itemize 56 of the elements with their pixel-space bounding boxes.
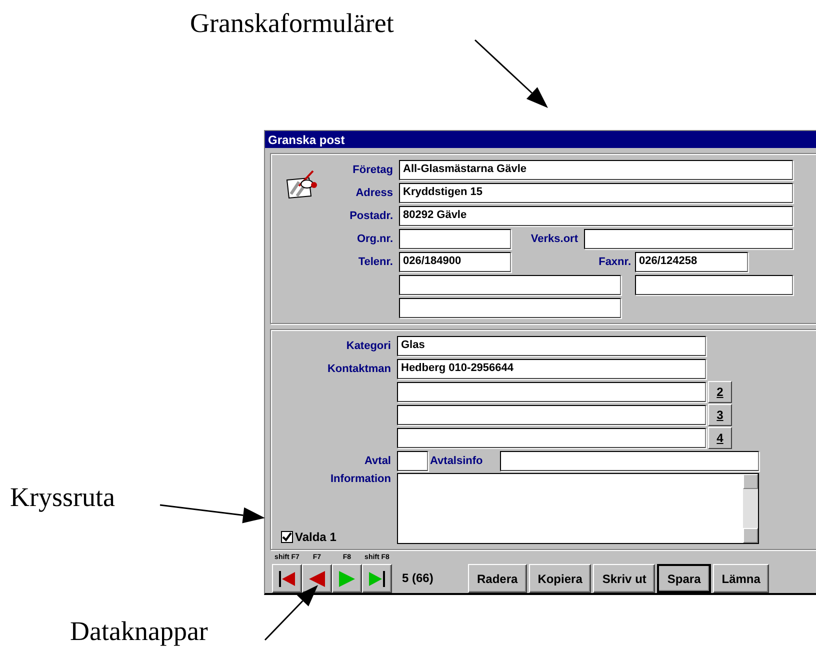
- text-field[interactable]: 80292 Gävle: [399, 206, 793, 226]
- text-field[interactable]: Glas: [397, 336, 706, 356]
- field-label: Verks.ort: [530, 232, 578, 244]
- text-field[interactable]: All-Glasmästarna Gävle: [399, 160, 793, 180]
- text-field[interactable]: [397, 382, 706, 402]
- text-field[interactable]: [584, 228, 793, 248]
- contact-number-button[interactable]: 4: [708, 426, 732, 448]
- text-field[interactable]: [397, 404, 706, 424]
- field-label: Kontaktman: [326, 362, 391, 374]
- field-label: Postadr.: [348, 210, 393, 222]
- field-label: Org.nr.: [356, 232, 393, 244]
- action-button[interactable]: Lämna: [712, 564, 770, 593]
- text-field[interactable]: [500, 450, 759, 470]
- action-button[interactable]: Radera: [468, 564, 527, 593]
- navigation-button[interactable]: [272, 564, 302, 593]
- navigation-button[interactable]: [362, 564, 392, 593]
- action-button[interactable]: Skriv ut: [593, 564, 656, 593]
- text-field[interactable]: [397, 428, 706, 448]
- field-label: Adress: [354, 186, 393, 198]
- text-field[interactable]: [635, 274, 793, 294]
- field-label: Kategori: [345, 340, 391, 352]
- text-field[interactable]: Kryddstigen 15: [399, 182, 793, 202]
- field-label: Avtalsinfo: [430, 454, 484, 466]
- action-button[interactable]: Kopiera: [528, 564, 592, 593]
- next-record-icon: [337, 568, 357, 588]
- contact-number-button[interactable]: 3: [708, 404, 732, 426]
- last-record-icon: [367, 568, 387, 588]
- field-label: Information: [330, 473, 391, 485]
- field-label: Faxnr.: [598, 256, 631, 268]
- navigation-button[interactable]: [302, 564, 332, 593]
- callout-label: Kryssruta: [10, 482, 115, 513]
- action-button[interactable]: Spara: [657, 564, 711, 593]
- text-field[interactable]: 026/124258: [635, 252, 748, 272]
- text-field[interactable]: [399, 298, 621, 318]
- previous-record-icon: [307, 568, 327, 588]
- text-field[interactable]: [399, 228, 511, 248]
- checkbox[interactable]: [281, 531, 293, 543]
- text-field[interactable]: [397, 450, 428, 470]
- arrow: [264, 585, 318, 641]
- first-record-icon: [277, 568, 297, 588]
- field-label: Avtal: [364, 454, 391, 466]
- callout-label: Dataknappar: [70, 616, 208, 647]
- scrollbar[interactable]: [743, 474, 758, 543]
- navigation-button[interactable]: [332, 564, 362, 593]
- callout-label: Granskaformuläret: [190, 8, 394, 39]
- contact-number-button[interactable]: 2: [708, 380, 732, 402]
- notepad-pen-icon: [285, 168, 319, 200]
- text-field[interactable]: Hedberg 010-2956644: [397, 358, 706, 378]
- information-textarea[interactable]: [397, 473, 759, 544]
- text-field[interactable]: 026/184900: [399, 252, 511, 272]
- field-label: Telenr.: [357, 256, 393, 268]
- checkbox-label: Valda 1: [295, 530, 336, 544]
- window-title: Granska post: [265, 131, 816, 148]
- record-counter: 5 (66): [402, 571, 434, 585]
- text-field[interactable]: [399, 274, 621, 294]
- field-label: Företag: [352, 164, 393, 176]
